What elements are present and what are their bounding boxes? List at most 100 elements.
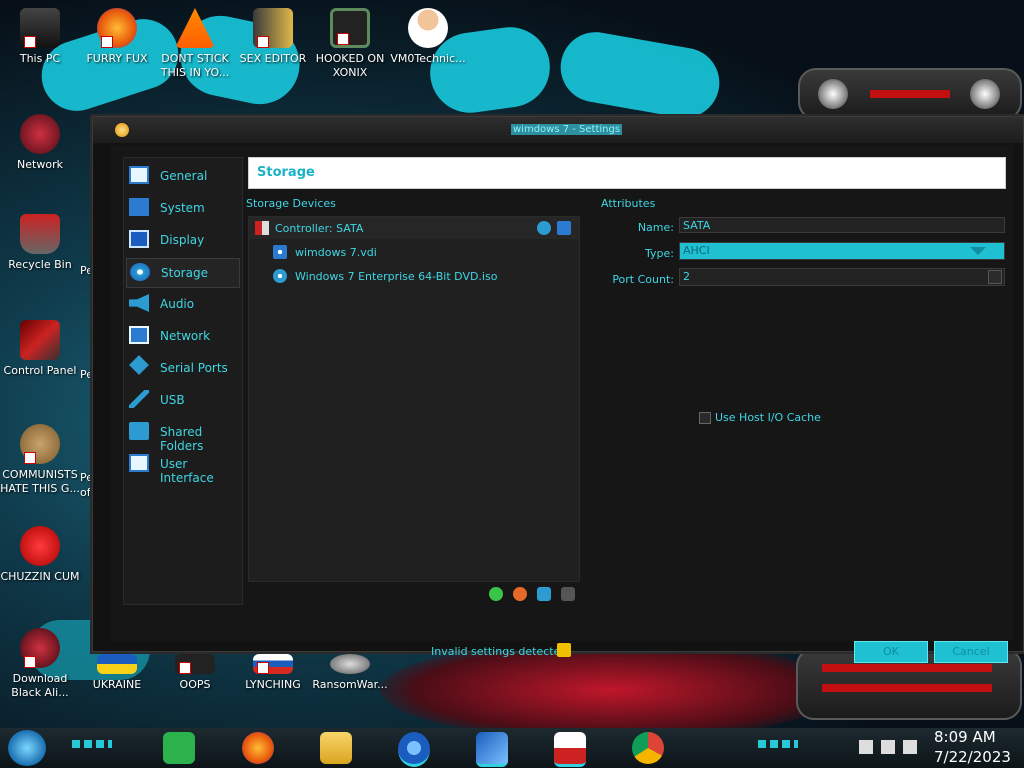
type-label: Type: — [645, 247, 674, 260]
desktop-icon-vm0technic[interactable]: VM0Technic... — [388, 8, 468, 66]
spinner-icon[interactable] — [988, 270, 1002, 284]
window-body: General System Display Storage Audio Net… — [111, 145, 1013, 663]
chromium-app-icon[interactable] — [398, 732, 430, 767]
page-header: Storage — [248, 157, 1006, 189]
money-bag-icon — [20, 424, 60, 464]
recycle-bin-icon — [20, 214, 60, 254]
xonix-icon — [330, 8, 370, 48]
doctor-icon — [408, 8, 448, 48]
taskbar-decoration — [758, 740, 798, 748]
desktop-icon-dont-stick[interactable]: DONT STICK THIS IN YO... — [155, 8, 235, 80]
hxd-icon — [253, 8, 293, 48]
chip-icon — [129, 198, 149, 216]
settings-sidebar: General System Display Storage Audio Net… — [123, 157, 243, 605]
attributes-label: Attributes — [601, 197, 656, 210]
desktop-icon-sex-editor[interactable]: SEX EDITOR — [233, 8, 313, 66]
sidebar-item-network[interactable]: Network — [126, 322, 238, 350]
desktop-icon-ukraine[interactable]: UKRAINE — [77, 654, 157, 692]
feedly-app-icon[interactable] — [163, 732, 195, 764]
window-titlebar[interactable]: wimdows 7 - Settings — [93, 117, 1023, 143]
desktop-icon-oops[interactable]: OOPS — [155, 654, 235, 692]
skull-icon — [330, 654, 370, 674]
controller-icon — [255, 221, 269, 235]
app-icon[interactable] — [554, 732, 586, 767]
desktop-icon-control-panel[interactable]: Control Panel — [0, 320, 80, 378]
red-creature-icon — [20, 526, 60, 566]
network-icon[interactable] — [881, 740, 895, 754]
firefox-app-icon[interactable] — [242, 732, 274, 764]
taskbar: 8:09 AM 7/22/2023 — [0, 728, 1024, 768]
ui-icon — [129, 454, 149, 472]
desktop-icon-chuzzin-cum[interactable]: CHUZZIN CUM — [0, 526, 80, 584]
add-optical-drive-icon[interactable] — [537, 221, 551, 235]
network-icon — [129, 326, 149, 344]
monitor-icon — [129, 166, 149, 184]
remove-attachment-icon[interactable] — [561, 587, 575, 601]
flag-icon[interactable] — [859, 740, 873, 754]
start-button[interactable] — [8, 730, 46, 766]
warning-icon[interactable] — [557, 643, 571, 657]
desktop-icon-communists[interactable]: COMMUNISTS HATE THIS G... — [0, 424, 80, 496]
host-io-cache-checkbox[interactable] — [699, 412, 711, 424]
sidebar-item-audio[interactable]: Audio — [126, 290, 238, 318]
disc-icon — [130, 263, 150, 281]
firefox-icon — [97, 8, 137, 48]
chevron-down-icon — [970, 247, 986, 255]
oops-icon — [175, 654, 215, 674]
volume-icon[interactable] — [903, 740, 917, 754]
clock-date[interactable]: 7/22/2023 — [934, 748, 1011, 766]
desktop-icon-download-black-ali[interactable]: Download Black Ali... — [0, 628, 80, 700]
desktop-icon-this-pc[interactable]: This PC — [0, 8, 80, 66]
display-icon — [129, 230, 149, 248]
tree-item-vdi[interactable]: wimdows 7.vdi — [249, 241, 579, 263]
settings-window: wimdows 7 - Settings General System Disp… — [92, 116, 1024, 663]
serial-icon — [129, 355, 149, 375]
desktop-icon-ransomware[interactable]: RansomWar... — [310, 654, 390, 692]
desktop-icon-furry-fux[interactable]: FURRY FUX — [77, 8, 157, 66]
alien-panel-top — [798, 68, 1022, 120]
window-title: wimdows 7 - Settings — [511, 124, 623, 135]
sidebar-item-shared-folders[interactable]: Shared Folders — [126, 418, 238, 453]
chrome-app-icon[interactable] — [632, 732, 664, 764]
add-controller-icon[interactable] — [489, 587, 503, 601]
desktop-icon-network[interactable]: Network — [0, 114, 80, 172]
ok-button[interactable]: OK — [854, 641, 928, 663]
folder-icon — [129, 422, 149, 440]
port-count-stepper[interactable]: 2 — [679, 268, 1005, 286]
sidebar-item-serial-ports[interactable]: Serial Ports — [126, 354, 238, 382]
optical-disc-icon — [273, 269, 287, 283]
tree-item-iso[interactable]: Windows 7 Enterprise 64-Bit DVD.iso — [249, 265, 579, 287]
file-explorer-app-icon[interactable] — [320, 732, 352, 764]
control-panel-icon — [20, 320, 60, 360]
sidebar-item-system[interactable]: System — [126, 194, 238, 222]
cancel-button[interactable]: Cancel — [934, 641, 1008, 663]
name-label: Name: — [637, 221, 674, 234]
page-title: Storage — [257, 165, 315, 180]
invalid-settings-text: Invalid settings detected — [431, 645, 568, 658]
remove-controller-icon[interactable] — [513, 587, 527, 601]
virtualbox-app-icon[interactable] — [476, 732, 508, 767]
desktop-icon-lynching[interactable]: LYNCHING — [233, 654, 313, 692]
add-attachment-icon[interactable] — [537, 587, 551, 601]
desktop-icon-recycle-bin[interactable]: Recycle Bin — [0, 214, 80, 272]
tree-controller-sata[interactable]: Controller: SATA — [249, 217, 579, 239]
sidebar-item-usb[interactable]: USB — [126, 386, 238, 414]
add-hard-disk-icon[interactable] — [557, 221, 571, 235]
name-field[interactable]: SATA — [679, 217, 1005, 233]
storage-devices-label: Storage Devices — [246, 197, 336, 210]
settings-gear-icon — [115, 123, 129, 137]
clock-time[interactable]: 8:09 AM — [934, 728, 996, 746]
sidebar-item-general[interactable]: General — [126, 162, 238, 190]
taskbar-decoration — [72, 740, 112, 748]
sidebar-item-user-interface[interactable]: User Interface — [126, 450, 238, 485]
network-alien-icon — [20, 114, 60, 154]
usb-icon — [129, 390, 149, 408]
type-select[interactable]: AHCI — [679, 242, 1005, 260]
sidebar-item-storage[interactable]: Storage — [126, 258, 240, 288]
sidebar-item-display[interactable]: Display — [126, 226, 238, 254]
computer-icon — [20, 8, 60, 48]
storage-tree[interactable]: Controller: SATA wimdows 7.vdi Windows 7… — [248, 216, 580, 582]
desktop-icon-hooked-on-xonix[interactable]: HOOKED ON XONIX — [310, 8, 390, 80]
port-count-label: Port Count: — [612, 273, 674, 286]
flag-icon — [253, 654, 293, 674]
